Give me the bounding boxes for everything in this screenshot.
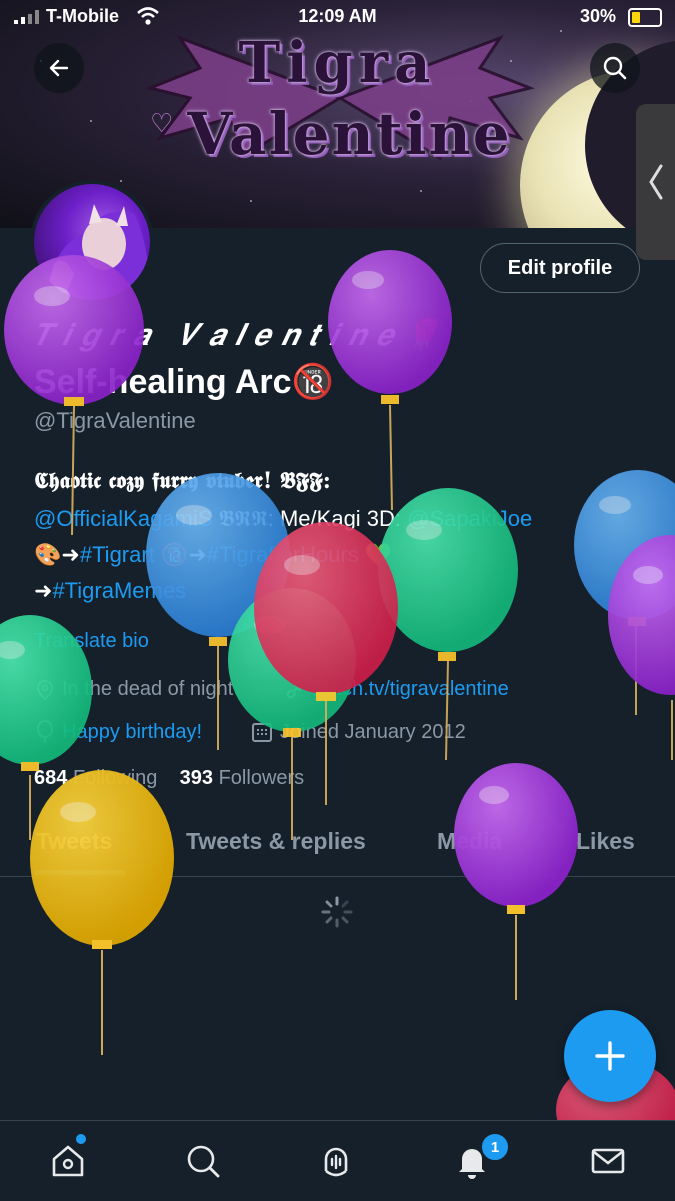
location-icon [36,679,54,700]
bio-line4: ➜#TigraMemes [34,578,186,604]
battery-percent: 30% [580,6,617,26]
balloon-icon [37,720,53,743]
edit-profile-button[interactable]: Edit profile [480,243,640,293]
avatar[interactable] [30,180,154,304]
bio-text: 🎨➜ [34,542,80,567]
follow-stats: 684 Following 393 Followers [34,767,304,790]
balloon [454,763,578,1000]
bio-mention-sapaki[interactable]: @SapakiJoe [407,506,532,531]
handle: @TigraValentine [34,408,196,433]
bio-text: ➜ [34,578,53,603]
joined-row: Joined January 2012 [250,720,466,744]
mail-icon[interactable] [588,1141,628,1181]
tab-tweets-replies[interactable]: Tweets & replies [186,828,366,855]
bio-hashtag-memes[interactable]: #TigraMemes [52,578,186,603]
followers-count: 393 [179,767,214,789]
display-name-line2: Self-healing Arc🔞 [34,363,334,401]
bio-mention-kagami[interactable]: @OfficialKagamiS [34,506,212,531]
bio-text: 💚 [358,542,393,567]
back-arrow-icon [49,59,69,77]
plus-icon [595,1041,625,1071]
bio-hashtag-afterhours[interactable]: #TigrafterHours [207,542,359,567]
bio-text: 𝕭𝕽𝕽: Me/Kagi 3D: [212,506,408,531]
active-tab-indicator [34,870,126,875]
location-text: In the dead of night [62,678,234,700]
following-link[interactable]: 684 Following [34,767,157,789]
status-bar: T-Mobile 12:09 AM 30% [0,0,675,34]
joined-text: Joined January 2012 [280,720,466,743]
profile-url-link[interactable]: twitch.tv/tigravalentine [312,678,509,701]
balloon [30,770,174,1055]
birthday-text[interactable]: Happy birthday! [62,721,202,744]
birthday-row: Happy birthday! [34,720,202,744]
location-row: In the dead of night [34,678,233,701]
search-icon[interactable] [183,1141,223,1181]
bio-line3: 🎨➜#Tigrart 🔞➜#TigrafterHours 💚 [34,542,392,568]
translate-bio-link[interactable]: Translate bio [34,630,149,653]
home-icon[interactable] [48,1141,88,1181]
followers-link[interactable]: 393 Followers [180,767,305,789]
search-icon [603,56,627,80]
bio-line1: 𝕮𝖍𝖆𝖔𝖙𝖎𝖈 𝖈𝖔𝖟𝖞 𝖋𝖚𝖗𝖗𝖞 𝖛𝖙𝖚𝖇𝖊𝖗! 𝕭𝕱𝕱: [34,468,331,494]
tab-tweets[interactable]: Tweets [36,828,112,855]
back-button[interactable] [34,43,84,93]
spaces-icon[interactable] [316,1141,356,1181]
tab-likes[interactable]: Likes [576,828,635,855]
display-name-line1: 𝑻𝒊𝒈𝒓𝒂 𝑽𝒂𝒍𝒆𝒏𝒕𝒊𝒏𝒆🌹 [34,318,451,353]
calendar-icon [252,723,272,742]
bio-text: 🔞➜ [154,542,207,567]
balloon [228,588,356,840]
bio-hashtag-tigrart[interactable]: #Tigrart [80,542,155,567]
avatar-artwork [44,204,150,300]
tab-media[interactable]: Media [437,828,502,855]
chevron-left-icon [648,164,662,200]
side-panel-handle[interactable] [636,104,675,260]
home-unread-dot [76,1134,86,1144]
balloon [574,470,675,715]
balloon [328,250,452,511]
heart-icon: ♡ [150,108,174,138]
profile-tabs: Tweets Tweets & replies Media Likes [0,818,675,877]
bio-line2: @OfficialKagamiS 𝕭𝕽𝕽: Me/Kagi 3D: @Sapak… [34,506,532,532]
compose-tweet-button[interactable] [564,1010,656,1102]
clock: 12:09 AM [298,6,377,26]
battery-icon [628,8,662,27]
link-icon [286,681,304,698]
notifications-badge: 1 [480,1132,510,1162]
loading-spinner-icon [321,896,353,928]
banner-title-line2: Valentine [187,100,512,168]
search-button[interactable] [590,43,640,93]
balloon [608,535,675,760]
url-row: twitch.tv/tigravalentine [284,678,509,701]
banner-title-line1: Tigra [238,30,437,96]
bottom-nav [0,1120,675,1201]
following-count: 684 [34,767,68,789]
following-label: Following [72,767,158,789]
followers-label: Followers [218,767,305,789]
